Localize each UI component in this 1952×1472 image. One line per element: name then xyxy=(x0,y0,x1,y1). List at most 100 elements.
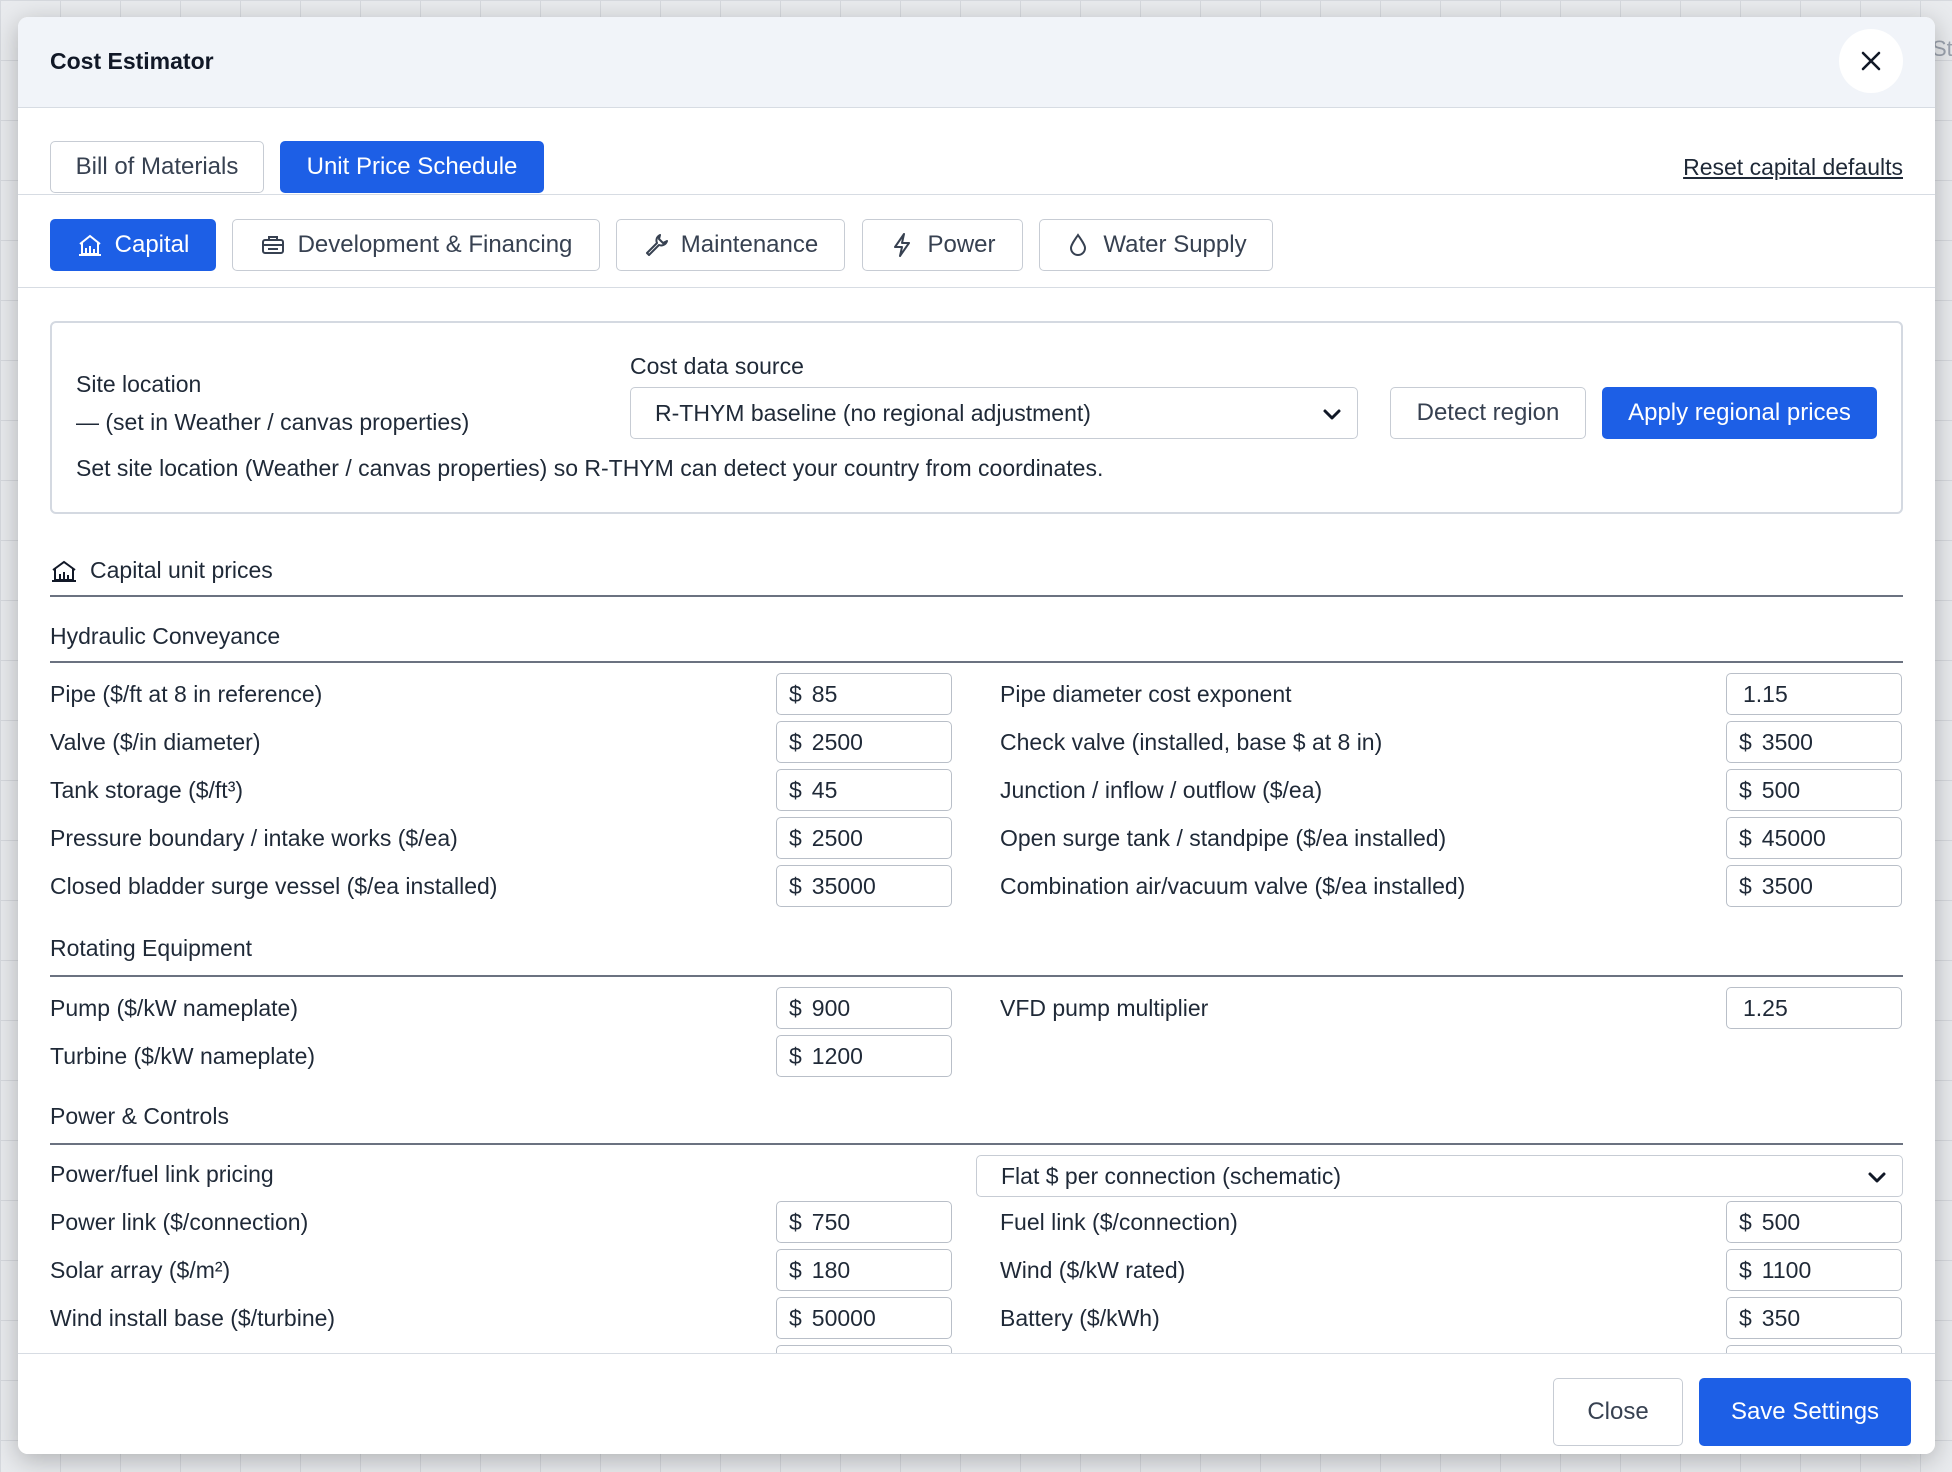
fuel-link-price-input[interactable]: $500 xyxy=(1726,1201,1902,1243)
junction-price-input[interactable]: $500 xyxy=(1726,769,1902,811)
tank-storage-price-input[interactable]: $45 xyxy=(776,769,952,811)
field-label: Solar array ($/m²) xyxy=(50,1257,231,1283)
tab-bill-of-materials[interactable]: Bill of Materials xyxy=(50,141,264,193)
currency-unit: $ xyxy=(789,680,802,707)
surge-vessel-price-input[interactable]: $35000 xyxy=(776,865,952,907)
view-tabs: Bill of Materials Unit Price Schedule Re… xyxy=(18,108,1935,195)
building-icon xyxy=(77,232,103,258)
input-value: 45 xyxy=(811,776,838,803)
region-hint: Set site location (Weather / canvas prop… xyxy=(76,455,1104,481)
field-label: Open surge tank / standpipe ($/ea instal… xyxy=(1000,825,1447,851)
category-tab-power[interactable]: Power xyxy=(862,219,1023,271)
input-value: 1200 xyxy=(811,1042,863,1069)
site-location-label: Site location xyxy=(76,371,202,397)
currency-unit: $ xyxy=(1739,1304,1752,1331)
category-tab-label: Power xyxy=(927,231,996,258)
partial-input[interactable] xyxy=(776,1345,952,1353)
briefcase-icon xyxy=(260,232,286,258)
pressure-boundary-price-input[interactable]: $2500 xyxy=(776,817,952,859)
background-partial-text: St xyxy=(1932,36,1952,61)
close-icon xyxy=(1861,51,1881,71)
category-tab-development-financing[interactable]: Development & Financing xyxy=(232,219,600,271)
section-title-power: Power & Controls xyxy=(50,1103,229,1129)
capital-unit-prices-title: Capital unit prices xyxy=(50,557,273,584)
currency-unit: $ xyxy=(1739,728,1752,755)
cost-data-source-value: R-THYM baseline (no regional adjustment) xyxy=(655,399,1091,426)
field-label: Wind ($/kW rated) xyxy=(1000,1257,1186,1283)
field-label: Check valve (installed, base $ at 8 in) xyxy=(1000,729,1383,755)
input-value: 35000 xyxy=(811,872,876,899)
divider xyxy=(50,595,1903,597)
wrench-icon xyxy=(643,232,669,258)
solar-array-price-input[interactable]: $180 xyxy=(776,1249,952,1291)
modal-footer: Close Save Settings xyxy=(18,1353,1935,1454)
link-pricing-value: Flat $ per connection (schematic) xyxy=(1001,1162,1342,1189)
category-tab-water-supply[interactable]: Water Supply xyxy=(1039,219,1273,271)
input-value: 85 xyxy=(811,680,838,707)
cost-data-source-label: Cost data source xyxy=(630,353,804,379)
reset-capital-defaults-link[interactable]: Reset capital defaults xyxy=(1683,154,1903,181)
currency-unit: $ xyxy=(1739,1256,1752,1283)
input-value: 1100 xyxy=(1761,1256,1812,1283)
pipe-price-input[interactable]: $85 xyxy=(776,673,952,715)
turbine-price-input[interactable]: $1200 xyxy=(776,1035,952,1077)
site-location-value: — (set in Weather / canvas properties) xyxy=(76,409,470,435)
vfd-pump-multiplier-input[interactable]: 1.25 xyxy=(1726,987,1902,1029)
building-icon xyxy=(52,560,76,582)
currency-unit: $ xyxy=(789,1208,802,1235)
divider xyxy=(50,975,1903,977)
currency-unit: $ xyxy=(1739,1208,1752,1235)
currency-unit: $ xyxy=(789,1256,802,1283)
modal-title: Cost Estimator xyxy=(50,48,214,74)
input-value: 50000 xyxy=(811,1304,876,1331)
partial-input[interactable] xyxy=(1726,1345,1902,1353)
input-value: 45000 xyxy=(1761,824,1826,851)
valve-price-input[interactable]: $2500 xyxy=(776,721,952,763)
battery-price-input[interactable]: $350 xyxy=(1726,1297,1902,1339)
save-settings-button[interactable]: Save Settings xyxy=(1699,1378,1911,1446)
category-tab-label: Development & Financing xyxy=(297,231,573,258)
category-tab-label: Water Supply xyxy=(1103,231,1247,258)
capital-content[interactable]: Site location — (set in Weather / canvas… xyxy=(18,289,1935,1353)
field-label: Tank storage ($/ft³) xyxy=(50,777,244,803)
power-link-price-input[interactable]: $750 xyxy=(776,1201,952,1243)
check-valve-price-input[interactable]: $3500 xyxy=(1726,721,1902,763)
section-title-hydraulic: Hydraulic Conveyance xyxy=(50,623,281,649)
field-label: Junction / inflow / outflow ($/ea) xyxy=(1000,777,1323,803)
currency-unit: $ xyxy=(1739,824,1752,851)
field-label: Pipe ($/ft at 8 in reference) xyxy=(50,681,323,707)
input-value: 750 xyxy=(811,1208,851,1235)
detect-region-button[interactable]: Detect region xyxy=(1390,387,1586,439)
input-value: 500 xyxy=(1761,1208,1801,1235)
currency-unit: $ xyxy=(789,994,802,1021)
pipe-diameter-exponent-input[interactable]: 1.15 xyxy=(1726,673,1902,715)
region-panel: Site location — (set in Weather / canvas… xyxy=(50,321,1903,514)
field-label: Combination air/vacuum valve ($/ea insta… xyxy=(1000,873,1466,899)
input-value: 1.15 xyxy=(1743,680,1788,707)
close-button[interactable]: Close xyxy=(1553,1378,1683,1446)
lightning-icon xyxy=(889,232,915,258)
air-vacuum-valve-price-input[interactable]: $3500 xyxy=(1726,865,1902,907)
category-tab-label: Capital xyxy=(114,231,190,258)
currency-unit: $ xyxy=(789,824,802,851)
field-label: Fuel link ($/connection) xyxy=(1000,1209,1238,1235)
wind-install-base-price-input[interactable]: $50000 xyxy=(776,1297,952,1339)
currency-unit: $ xyxy=(789,728,802,755)
field-label: Turbine ($/kW nameplate) xyxy=(50,1043,316,1069)
tab-unit-price-schedule[interactable]: Unit Price Schedule xyxy=(280,141,544,193)
cost-data-source-select[interactable]: R-THYM baseline (no regional adjustment) xyxy=(630,387,1358,439)
wind-price-input[interactable]: $1100 xyxy=(1726,1249,1902,1291)
divider xyxy=(50,1143,1903,1145)
category-tab-capital[interactable]: Capital xyxy=(50,219,216,271)
link-pricing-select[interactable]: Flat $ per connection (schematic) xyxy=(976,1155,1903,1197)
currency-unit: $ xyxy=(1739,776,1752,803)
category-tab-maintenance[interactable]: Maintenance xyxy=(616,219,845,271)
currency-unit: $ xyxy=(789,1042,802,1069)
open-surge-tank-price-input[interactable]: $45000 xyxy=(1726,817,1902,859)
modal-close-button[interactable] xyxy=(1839,29,1903,93)
input-value: 500 xyxy=(1761,776,1801,803)
chevron-down-icon xyxy=(1323,409,1341,420)
apply-regional-prices-button[interactable]: Apply regional prices xyxy=(1602,387,1877,439)
chevron-down-icon xyxy=(1868,1172,1886,1183)
pump-price-input[interactable]: $900 xyxy=(776,987,952,1029)
